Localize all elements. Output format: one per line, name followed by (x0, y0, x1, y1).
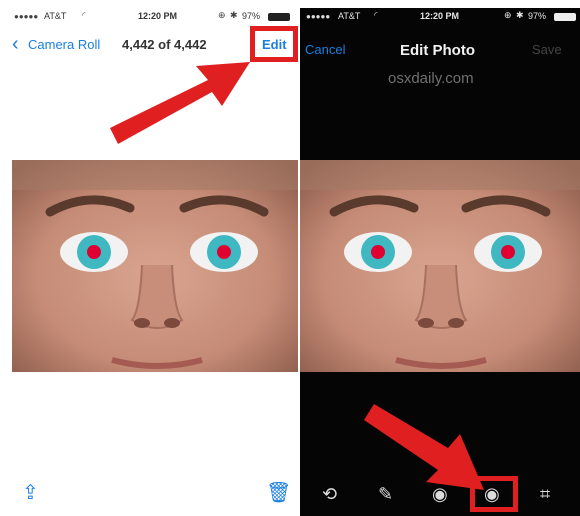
signal-icon: ●●●●● (14, 12, 39, 21)
carrier-label-right: AT&T (338, 11, 361, 21)
face-image (12, 160, 298, 372)
cancel-button[interactable]: Cancel (305, 42, 345, 57)
carrier-label-left: AT&T (44, 11, 67, 21)
face-image (300, 160, 580, 372)
annotation-arrow-top (110, 62, 250, 144)
save-button[interactable]: Save (532, 42, 562, 57)
watermark-text: osxdaily.com (388, 70, 474, 87)
annotation-arrow-bottom (364, 404, 484, 490)
photo-face-left (12, 160, 298, 372)
back-chevron-icon[interactable]: ‹ (12, 34, 19, 54)
status-bar-right: ●●●●● AT&T ◜ 12:20 PM ⊕ ✱ 97% (300, 8, 580, 26)
battery-icon (554, 13, 576, 21)
edit-button[interactable]: Edit (262, 37, 287, 52)
wifi-icon: ◜ (374, 10, 378, 20)
status-bar-left: ●●●●● AT&T ◜ 12:20 PM ⊕ ✱ 97% (8, 8, 298, 26)
photo-face-right (300, 160, 580, 372)
battery-label-left: 97% (242, 11, 261, 21)
rotate-icon[interactable]: ⟲ (322, 484, 337, 505)
lock-icon: ⊕ (504, 10, 512, 20)
share-icon[interactable]: ⇪ (22, 480, 39, 505)
bluetooth-icon: ✱ (230, 10, 238, 20)
bluetooth-icon: ✱ (516, 10, 524, 20)
trash-icon[interactable]: 🗑 (266, 480, 291, 505)
page-title: Edit Photo (400, 42, 475, 59)
time-label-left: 12:20 PM (138, 11, 178, 21)
wifi-icon: ◜ (82, 10, 86, 20)
battery-label-right: 97% (528, 11, 547, 21)
battery-icon (268, 13, 290, 21)
lock-icon: ⊕ (218, 10, 226, 20)
back-button[interactable]: Camera Roll (28, 37, 100, 52)
time-label-right: 12:20 PM (420, 11, 460, 21)
signal-icon: ●●●●● (306, 12, 331, 21)
crop-icon[interactable]: ⌗ (540, 484, 550, 505)
